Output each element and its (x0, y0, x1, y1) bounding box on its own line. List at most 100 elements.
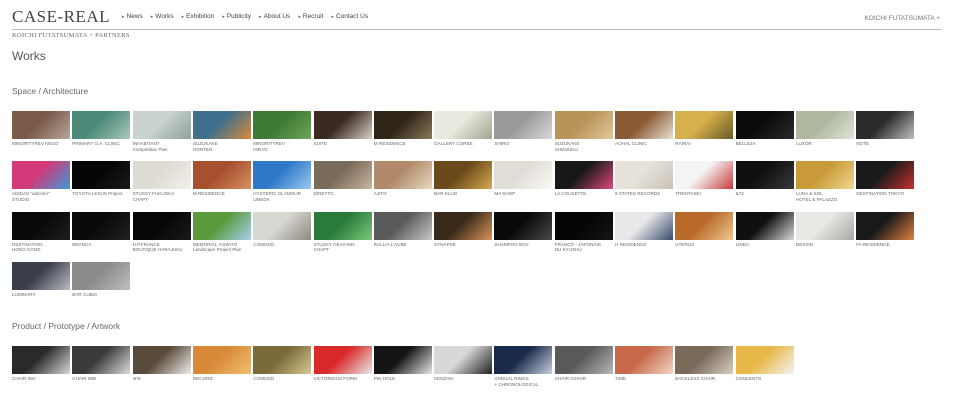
work-thumbnail[interactable] (12, 262, 70, 291)
work-caption[interactable]: CHAIR 08B (72, 376, 130, 382)
work-caption[interactable]: INHABITANT Competition Plan (133, 141, 191, 152)
work-thumbnail[interactable] (675, 161, 734, 190)
work-item[interactable]: AOHAL CLINIC (615, 111, 673, 147)
partners-link[interactable]: KOICHI FUTATSUMATA + (864, 15, 940, 22)
work-item[interactable]: RALLIA L'AUBE (373, 211, 432, 248)
work-caption[interactable]: DIRETTO (314, 191, 372, 197)
work-item[interactable]: MA SHOP (494, 161, 553, 197)
work-item[interactable]: LINDA (735, 211, 794, 248)
work-caption[interactable]: BRANCA (72, 242, 130, 248)
work-item[interactable]: TOYOTA LEXUS Project (72, 161, 131, 197)
work-caption[interactable]: TRENTASEI (675, 191, 733, 197)
work-thumbnail[interactable] (72, 262, 131, 291)
work-item[interactable]: ANNUAL RINGS + CHRONOLOGICAL (494, 346, 553, 387)
work-item[interactable]: COMODO (253, 211, 312, 248)
work-caption[interactable]: M RESIDENCE (193, 191, 251, 197)
work-item[interactable]: LA COUSETTE (554, 161, 613, 197)
work-caption[interactable]: PRIMARY O.A. CLINIC (72, 141, 130, 147)
work-thumbnail[interactable] (675, 111, 734, 139)
work-thumbnail[interactable] (615, 111, 673, 139)
work-caption[interactable]: HYSTERIC GLAMOUR UMEDA (253, 191, 311, 202)
work-item[interactable]: MINORITYREV HIRAO (253, 111, 312, 152)
work-caption[interactable]: VICTORIOUS FORM (314, 376, 372, 382)
work-caption[interactable]: BAR KLUG (434, 191, 492, 197)
work-item[interactable]: CHAIR+CHAIR (554, 346, 613, 382)
work-item[interactable]: MINORITYREV KEGO (12, 111, 70, 147)
work-item[interactable]: DESTINATION TOKYO (856, 161, 915, 197)
work-caption[interactable]: TIME (615, 376, 673, 382)
nav-about-us[interactable]: About Us (259, 13, 291, 20)
work-caption[interactable]: BAR CUBIC (72, 292, 130, 298)
work-thumbnail[interactable] (554, 346, 613, 374)
work-item[interactable]: 9 STATES RECORDS (615, 161, 673, 197)
work-caption[interactable]: LA COUSETTE (555, 191, 613, 197)
work-item[interactable]: INHABITANT Competition Plan (132, 111, 191, 152)
work-caption[interactable]: 9 STATES RECORDS (615, 191, 673, 197)
work-item[interactable]: TRENTASEI (675, 161, 734, 197)
work-item[interactable]: CONCENTS (735, 346, 794, 382)
work-caption[interactable]: KENZAN (434, 376, 492, 382)
work-thumbnail[interactable] (373, 346, 432, 374)
work-thumbnail[interactable] (373, 211, 432, 240)
work-item[interactable]: ADIDAS "adicolor" STUDIO (12, 161, 70, 202)
work-item[interactable]: SHAMPOO BOY (494, 211, 553, 248)
work-item[interactable]: 4F8 (132, 346, 191, 382)
work-thumbnail[interactable] (72, 161, 131, 190)
work-thumbnail[interactable] (72, 211, 131, 240)
work-item[interactable]: FRANCO - JAPONAIS DU KYUSHU (554, 211, 613, 253)
nav-recruit[interactable]: Recruit (298, 13, 324, 20)
work-thumbnail[interactable] (12, 111, 70, 139)
work-caption[interactable]: MA SHOP (494, 191, 552, 197)
work-thumbnail[interactable] (615, 161, 673, 190)
work-thumbnail[interactable] (615, 211, 673, 240)
work-caption[interactable]: &72 (736, 191, 794, 197)
work-item[interactable]: BAR KLUG (434, 161, 493, 197)
work-thumbnail[interactable] (494, 161, 553, 190)
work-caption[interactable]: NOTE (856, 141, 914, 147)
work-item[interactable]: RAIRAI (675, 111, 734, 147)
work-caption[interactable]: SUZUKAKE HONTEN (193, 141, 251, 152)
work-thumbnail[interactable] (12, 211, 70, 240)
work-item[interactable]: M RESIDENCE (192, 161, 251, 197)
work-thumbnail[interactable] (132, 346, 191, 374)
work-item[interactable]: HYSTERIC GLAMOUR UMEDA (253, 161, 312, 202)
work-thumbnail[interactable] (795, 211, 854, 240)
work-thumbnail[interactable] (12, 346, 70, 374)
work-thumbnail[interactable] (313, 346, 372, 374)
work-thumbnail[interactable] (253, 211, 312, 240)
work-item[interactable]: LUMINARY (12, 262, 70, 298)
work-thumbnail[interactable] (795, 161, 854, 190)
work-item[interactable]: CHAIR 08A (12, 346, 70, 382)
work-caption[interactable]: LINDA (736, 242, 794, 248)
work-thumbnail[interactable] (434, 211, 493, 240)
work-item[interactable]: AJITO (373, 161, 432, 197)
work-item[interactable]: NOTE (856, 111, 915, 147)
work-thumbnail[interactable] (192, 161, 251, 190)
work-thumbnail[interactable] (253, 111, 312, 139)
work-thumbnail[interactable] (434, 346, 493, 374)
work-item[interactable]: CHAIR 08B (72, 346, 131, 382)
work-caption[interactable]: MINORITYREV KEGO (12, 141, 70, 147)
work-item[interactable]: UTERUS (675, 211, 734, 248)
work-thumbnail[interactable] (12, 161, 70, 190)
work-item[interactable]: SUZUKAKE HONTEN (192, 111, 251, 152)
work-thumbnail[interactable] (313, 211, 372, 240)
work-item[interactable]: M RESIDENCE (373, 111, 432, 147)
work-thumbnail[interactable] (434, 111, 493, 139)
work-caption[interactable]: DESTINATION TOKYO (856, 191, 914, 197)
work-item[interactable]: STUSSY FUKUOKA CHAPT (132, 161, 191, 202)
work-caption[interactable]: SUZUKAKE SHINJUKU (555, 141, 613, 152)
work-caption[interactable]: 4F8 (133, 376, 191, 382)
work-item[interactable]: &72 (735, 161, 794, 197)
work-caption[interactable]: MINORITYREV HIRAO (253, 141, 311, 152)
work-caption[interactable]: LUMINARY (12, 292, 70, 298)
work-caption[interactable]: RAIRAI (675, 141, 733, 147)
work-thumbnail[interactable] (192, 211, 251, 240)
work-thumbnail[interactable] (856, 111, 915, 139)
work-thumbnail[interactable] (253, 161, 312, 190)
work-thumbnail[interactable] (856, 161, 915, 190)
work-caption[interactable]: PIN HOLE (374, 376, 432, 382)
work-thumbnail[interactable] (675, 211, 734, 240)
work-thumbnail[interactable] (735, 161, 794, 190)
work-caption[interactable]: BACKLESS CHAIR (675, 376, 733, 382)
